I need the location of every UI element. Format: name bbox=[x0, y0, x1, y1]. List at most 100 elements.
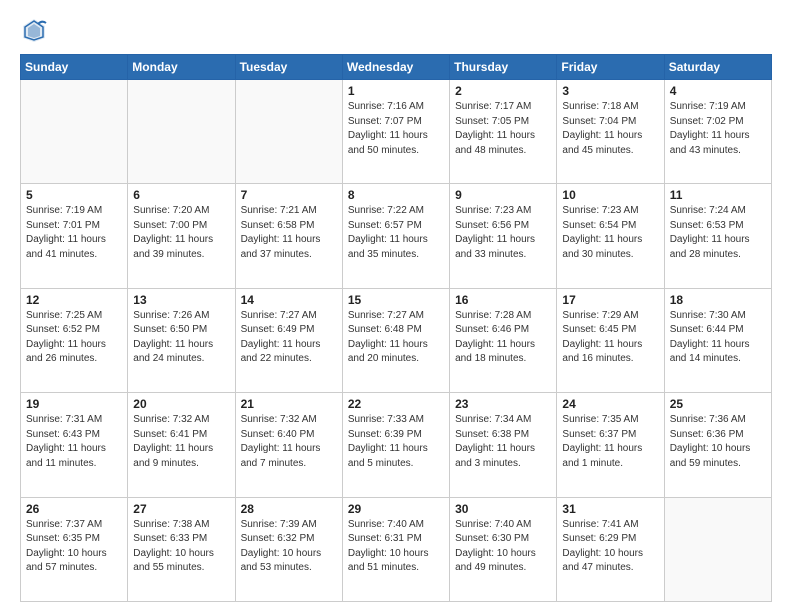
calendar-cell: 15Sunrise: 7:27 AM Sunset: 6:48 PM Dayli… bbox=[342, 288, 449, 392]
day-info: Sunrise: 7:25 AM Sunset: 6:52 PM Dayligh… bbox=[26, 309, 122, 367]
calendar-cell: 4 Sunrise: 7:19 AM Sunset: 7:02 PM Daylig… bbox=[664, 80, 771, 184]
day-number: 5 bbox=[26, 188, 122, 202]
calendar-cell: 18Sunrise: 7:30 AM Sunset: 6:44 PM Dayli… bbox=[664, 288, 771, 392]
calendar-cell: 3 Sunrise: 7:18 AM Sunset: 7:04 PM Daylig… bbox=[557, 80, 664, 184]
calendar-cell: 31 Sunrise: 7:41 AM Sunset: 6:29 PM Dayli… bbox=[557, 497, 664, 601]
day-number: 20 bbox=[133, 397, 229, 411]
day-number: 2 bbox=[455, 84, 551, 98]
calendar-cell: 29 Sunrise: 7:40 AM Sunset: 6:31 PM Dayli… bbox=[342, 497, 449, 601]
day-number: 16 bbox=[455, 293, 551, 307]
day-info: Sunrise: 7:17 AM Sunset: 7:05 PM Dayligh… bbox=[455, 100, 551, 158]
weekday-header-tuesday: Tuesday bbox=[235, 55, 342, 80]
calendar-cell: 5 Sunrise: 7:19 AM Sunset: 7:01 PM Daylig… bbox=[21, 184, 128, 288]
day-number: 23 bbox=[455, 397, 551, 411]
weekday-header-thursday: Thursday bbox=[450, 55, 557, 80]
logo-icon bbox=[20, 16, 48, 44]
calendar-cell: 11 Sunrise: 7:24 AM Sunset: 6:53 PM Dayli… bbox=[664, 184, 771, 288]
calendar-cell bbox=[235, 80, 342, 184]
day-number: 28 bbox=[241, 502, 337, 516]
day-number: 27 bbox=[133, 502, 229, 516]
day-number: 9 bbox=[455, 188, 551, 202]
day-info: Sunrise: 7:21 AM Sunset: 6:58 PM Dayligh… bbox=[241, 204, 337, 262]
calendar-cell bbox=[664, 497, 771, 601]
weekday-header-wednesday: Wednesday bbox=[342, 55, 449, 80]
day-number: 21 bbox=[241, 397, 337, 411]
calendar-cell bbox=[128, 80, 235, 184]
weekday-header-monday: Monday bbox=[128, 55, 235, 80]
week-row-2: 5 Sunrise: 7:19 AM Sunset: 7:01 PM Daylig… bbox=[21, 184, 772, 288]
day-number: 31 bbox=[562, 502, 658, 516]
calendar-cell: 12 Sunrise: 7:25 AM Sunset: 6:52 PM Dayli… bbox=[21, 288, 128, 392]
day-number: 15 bbox=[348, 293, 444, 307]
day-number: 25 bbox=[670, 397, 766, 411]
calendar-cell: 1 Sunrise: 7:16 AM Sunset: 7:07 PM Daylig… bbox=[342, 80, 449, 184]
calendar-cell: 7 Sunrise: 7:21 AM Sunset: 6:58 PM Daylig… bbox=[235, 184, 342, 288]
day-info: Sunrise: 7:27 AM Sunset: 6:49 PM Dayligh… bbox=[241, 309, 337, 367]
day-number: 1 bbox=[348, 84, 444, 98]
logo bbox=[20, 16, 52, 44]
day-info: Sunrise: 7:32 AM Sunset: 6:41 PM Dayligh… bbox=[133, 413, 229, 471]
day-number: 12 bbox=[26, 293, 122, 307]
calendar-cell: 9 Sunrise: 7:23 AM Sunset: 6:56 PM Daylig… bbox=[450, 184, 557, 288]
calendar-cell: 19 Sunrise: 7:31 AM Sunset: 6:43 PM Dayli… bbox=[21, 393, 128, 497]
day-number: 3 bbox=[562, 84, 658, 98]
day-info: Sunrise: 7:31 AM Sunset: 6:43 PM Dayligh… bbox=[26, 413, 122, 471]
day-number: 22 bbox=[348, 397, 444, 411]
weekday-header-saturday: Saturday bbox=[664, 55, 771, 80]
day-info: Sunrise: 7:16 AM Sunset: 7:07 PM Dayligh… bbox=[348, 100, 444, 158]
day-info: Sunrise: 7:24 AM Sunset: 6:53 PM Dayligh… bbox=[670, 204, 766, 262]
header bbox=[20, 16, 772, 44]
day-info: Sunrise: 7:22 AM Sunset: 6:57 PM Dayligh… bbox=[348, 204, 444, 262]
day-info: Sunrise: 7:36 AM Sunset: 6:36 PM Dayligh… bbox=[670, 413, 766, 471]
calendar-cell: 22 Sunrise: 7:33 AM Sunset: 6:39 PM Dayli… bbox=[342, 393, 449, 497]
day-info: Sunrise: 7:23 AM Sunset: 6:54 PM Dayligh… bbox=[562, 204, 658, 262]
day-info: Sunrise: 7:41 AM Sunset: 6:29 PM Dayligh… bbox=[562, 518, 658, 576]
day-info: Sunrise: 7:20 AM Sunset: 7:00 PM Dayligh… bbox=[133, 204, 229, 262]
day-number: 17 bbox=[562, 293, 658, 307]
day-number: 14 bbox=[241, 293, 337, 307]
calendar-cell: 24Sunrise: 7:35 AM Sunset: 6:37 PM Dayli… bbox=[557, 393, 664, 497]
calendar-cell: 20 Sunrise: 7:32 AM Sunset: 6:41 PM Dayli… bbox=[128, 393, 235, 497]
calendar-cell: 23Sunrise: 7:34 AM Sunset: 6:38 PM Dayli… bbox=[450, 393, 557, 497]
day-info: Sunrise: 7:19 AM Sunset: 7:02 PM Dayligh… bbox=[670, 100, 766, 158]
day-number: 6 bbox=[133, 188, 229, 202]
calendar-cell: 28 Sunrise: 7:39 AM Sunset: 6:32 PM Dayli… bbox=[235, 497, 342, 601]
week-row-5: 26 Sunrise: 7:37 AM Sunset: 6:35 PM Dayli… bbox=[21, 497, 772, 601]
day-info: Sunrise: 7:28 AM Sunset: 6:46 PM Dayligh… bbox=[455, 309, 551, 367]
calendar-cell: 13 Sunrise: 7:26 AM Sunset: 6:50 PM Dayli… bbox=[128, 288, 235, 392]
day-info: Sunrise: 7:29 AM Sunset: 6:45 PM Dayligh… bbox=[562, 309, 658, 367]
day-info: Sunrise: 7:23 AM Sunset: 6:56 PM Dayligh… bbox=[455, 204, 551, 262]
day-info: Sunrise: 7:19 AM Sunset: 7:01 PM Dayligh… bbox=[26, 204, 122, 262]
calendar-cell: 2 Sunrise: 7:17 AM Sunset: 7:05 PM Daylig… bbox=[450, 80, 557, 184]
calendar-cell: 8 Sunrise: 7:22 AM Sunset: 6:57 PM Daylig… bbox=[342, 184, 449, 288]
day-number: 26 bbox=[26, 502, 122, 516]
day-number: 11 bbox=[670, 188, 766, 202]
calendar-cell bbox=[21, 80, 128, 184]
day-number: 4 bbox=[670, 84, 766, 98]
calendar-cell: 30Sunrise: 7:40 AM Sunset: 6:30 PM Dayli… bbox=[450, 497, 557, 601]
weekday-header-row: SundayMondayTuesdayWednesdayThursdayFrid… bbox=[21, 55, 772, 80]
weekday-header-sunday: Sunday bbox=[21, 55, 128, 80]
day-info: Sunrise: 7:38 AM Sunset: 6:33 PM Dayligh… bbox=[133, 518, 229, 576]
day-info: Sunrise: 7:33 AM Sunset: 6:39 PM Dayligh… bbox=[348, 413, 444, 471]
day-info: Sunrise: 7:30 AM Sunset: 6:44 PM Dayligh… bbox=[670, 309, 766, 367]
week-row-1: 1 Sunrise: 7:16 AM Sunset: 7:07 PM Daylig… bbox=[21, 80, 772, 184]
day-number: 13 bbox=[133, 293, 229, 307]
day-number: 30 bbox=[455, 502, 551, 516]
calendar-cell: 10 Sunrise: 7:23 AM Sunset: 6:54 PM Dayli… bbox=[557, 184, 664, 288]
day-info: Sunrise: 7:32 AM Sunset: 6:40 PM Dayligh… bbox=[241, 413, 337, 471]
day-number: 7 bbox=[241, 188, 337, 202]
day-number: 19 bbox=[26, 397, 122, 411]
day-info: Sunrise: 7:26 AM Sunset: 6:50 PM Dayligh… bbox=[133, 309, 229, 367]
calendar-cell: 14 Sunrise: 7:27 AM Sunset: 6:49 PM Dayli… bbox=[235, 288, 342, 392]
day-info: Sunrise: 7:39 AM Sunset: 6:32 PM Dayligh… bbox=[241, 518, 337, 576]
page: SundayMondayTuesdayWednesdayThursdayFrid… bbox=[0, 0, 792, 612]
day-number: 8 bbox=[348, 188, 444, 202]
day-number: 29 bbox=[348, 502, 444, 516]
day-info: Sunrise: 7:35 AM Sunset: 6:37 PM Dayligh… bbox=[562, 413, 658, 471]
day-info: Sunrise: 7:18 AM Sunset: 7:04 PM Dayligh… bbox=[562, 100, 658, 158]
day-number: 10 bbox=[562, 188, 658, 202]
day-info: Sunrise: 7:40 AM Sunset: 6:31 PM Dayligh… bbox=[348, 518, 444, 576]
week-row-4: 19 Sunrise: 7:31 AM Sunset: 6:43 PM Dayli… bbox=[21, 393, 772, 497]
day-info: Sunrise: 7:37 AM Sunset: 6:35 PM Dayligh… bbox=[26, 518, 122, 576]
